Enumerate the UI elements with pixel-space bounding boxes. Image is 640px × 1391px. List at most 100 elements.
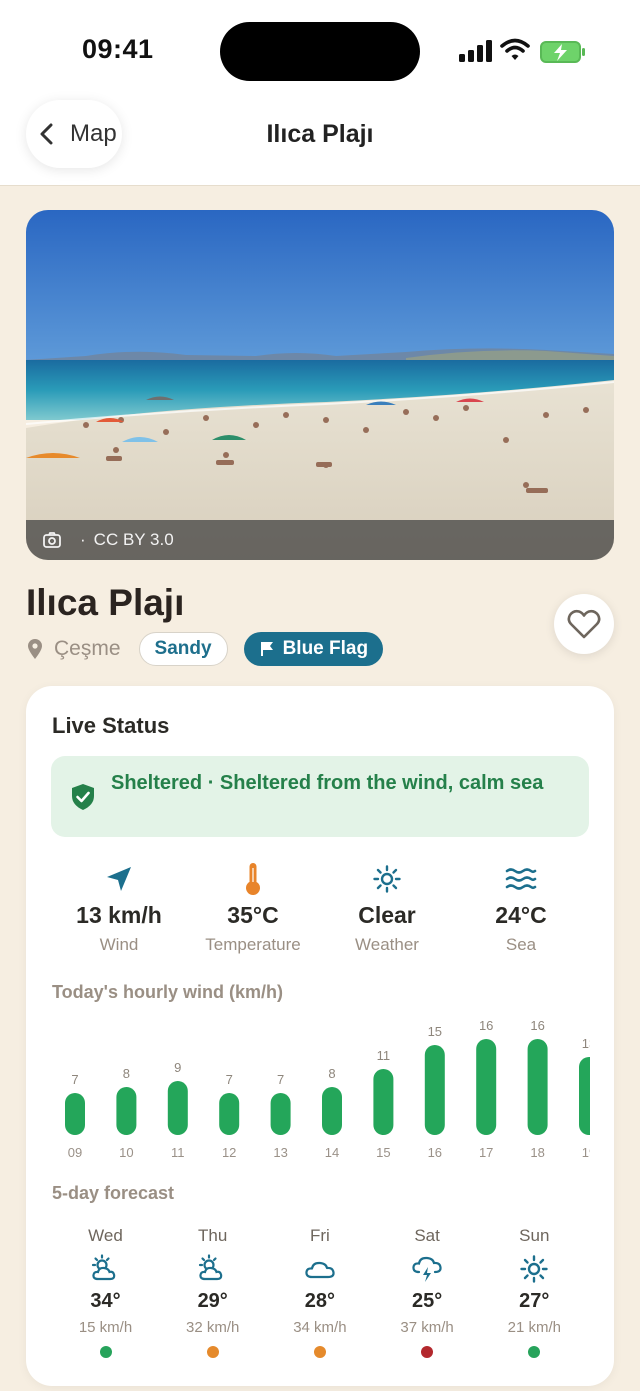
- forecast-wind: 37 km/h: [400, 1319, 454, 1336]
- back-button[interactable]: Map: [26, 100, 122, 168]
- sun-icon: [373, 865, 401, 893]
- hourly-wind-chart: 7 09 8 10 9 11 7 12 7 13 8 14 11 15 15 16 16 17 16 18 13 19: [65, 1018, 590, 1160]
- chevron-left-icon: [40, 123, 53, 145]
- shield-check-icon: [72, 784, 94, 810]
- forecast-title: 5-day forecast: [52, 1183, 175, 1203]
- metrics-row: 13 km/h Wind 35°C Temperature Clear Weat…: [52, 862, 588, 955]
- status-time: 09:41: [82, 34, 154, 64]
- forecast-day-name: Sun: [519, 1226, 550, 1245]
- metric-temperature: 35°C Temperature: [186, 862, 320, 955]
- shelter-text: Sheltered · Sheltered from the wind, cal…: [111, 772, 544, 794]
- forecast-temperature: 27°: [519, 1290, 550, 1312]
- wind-value-label: 13: [582, 1036, 590, 1051]
- wind-bar-18: [527, 1039, 548, 1135]
- blue-flag-tag: Blue Flag: [243, 632, 384, 666]
- live-status-title: Live Status: [52, 713, 170, 738]
- location-text: Çeşme: [54, 637, 121, 660]
- forecast-temperature: 34°: [90, 1290, 121, 1312]
- camera-icon: [43, 532, 61, 548]
- location-pin-icon: [28, 639, 42, 659]
- wind-bar-13: [270, 1093, 291, 1135]
- wind-bar-19: [579, 1057, 590, 1135]
- wind-value-label: 9: [174, 1060, 181, 1075]
- forecast-day-thu: Thu 29° 32 km/h: [159, 1226, 266, 1358]
- sea-label: Sea: [505, 935, 537, 954]
- navigation-arrow-icon: [107, 867, 131, 891]
- beach-name: Ilıca Plajı: [26, 582, 185, 623]
- forecast-day-name: Fri: [309, 1226, 330, 1245]
- hour-tick-label: 15: [376, 1145, 390, 1160]
- forecast-day-fri: Fri 28° 34 km/h: [266, 1226, 373, 1358]
- flag-icon: [260, 642, 273, 656]
- status-bar: 09:41: [0, 0, 640, 100]
- wind-bar-16: [424, 1045, 445, 1135]
- temperature-value: 35°C: [227, 902, 279, 928]
- shelter-banner: Sheltered · Sheltered from the wind, cal…: [51, 756, 589, 837]
- forecast-day-wed: Wed 34° 15 km/h: [52, 1226, 159, 1358]
- forecast-wind: 21 km/h: [507, 1319, 561, 1336]
- forecast-status-dot: [99, 1346, 112, 1358]
- thermometer-icon: [246, 863, 260, 895]
- hour-tick-label: 16: [428, 1145, 442, 1160]
- navigation-bar: Ilıca Plajı Map: [0, 100, 640, 186]
- cloud-icon: [266, 1252, 373, 1286]
- wind-value-label: 7: [277, 1072, 284, 1087]
- sun-icon: [481, 1252, 588, 1286]
- wind-value-label: 16: [479, 1018, 493, 1033]
- credit-separator: ·: [80, 530, 86, 549]
- wind-bar-09: [65, 1093, 85, 1135]
- wind-value: 13 km/h: [76, 902, 162, 928]
- forecast-status-dot: [313, 1346, 326, 1358]
- beach-photo[interactable]: · CC BY 3.0: [26, 210, 614, 560]
- weather-label: Weather: [355, 935, 419, 954]
- favorite-button[interactable]: [554, 594, 614, 654]
- wind-value-label: 8: [123, 1066, 130, 1081]
- wind-bar-12: [219, 1093, 240, 1135]
- forecast-day-name: Wed: [88, 1226, 123, 1245]
- battery-charging-icon: [540, 41, 585, 63]
- wind-bar-17: [476, 1039, 497, 1135]
- license-text: CC BY 3.0: [93, 530, 174, 549]
- forecast-day-sat: Sat 25° 37 km/h: [374, 1226, 481, 1358]
- metric-sea: 24°C Sea: [454, 862, 588, 955]
- hour-tick-label: 13: [273, 1145, 287, 1160]
- sandy-tag: Sandy: [138, 632, 228, 666]
- sun-cloud-icon: [52, 1252, 159, 1286]
- forecast-status-dot: [421, 1346, 434, 1358]
- wifi-icon: [500, 38, 530, 60]
- forecast-day-name: Thu: [198, 1226, 228, 1245]
- hour-tick-label: 14: [325, 1145, 339, 1160]
- forecast-status-dot: [206, 1346, 219, 1358]
- hour-tick-label: 10: [119, 1145, 133, 1160]
- beach-scene-image: [26, 210, 614, 560]
- waves-icon: [505, 868, 537, 890]
- metric-wind: 13 km/h Wind: [52, 862, 186, 955]
- wind-value-label: 8: [328, 1066, 335, 1081]
- wind-label: Wind: [99, 935, 139, 954]
- beach-meta: Çeşme Sandy Blue Flag: [26, 632, 384, 666]
- wind-bar-15: [373, 1069, 394, 1135]
- five-day-forecast: Wed 34° 15 km/h Thu 29° 32 km/h Fri 28° 34 km/h S…: [52, 1226, 588, 1366]
- weather-value: Clear: [358, 902, 416, 928]
- hour-tick-label: 11: [171, 1145, 185, 1160]
- live-status-card: Live Status Sheltered · Sheltered from t…: [26, 686, 614, 1386]
- forecast-day-sun: Sun 27° 21 km/h: [481, 1226, 588, 1358]
- metric-weather: Clear Weather: [320, 862, 454, 955]
- forecast-temperature: 25°: [411, 1290, 443, 1312]
- forecast-temperature: 28°: [304, 1290, 336, 1312]
- wind-value-label: 15: [428, 1024, 442, 1039]
- wind-value-label: 16: [530, 1018, 544, 1033]
- thunderstorm-icon: [374, 1252, 481, 1286]
- wind-value-label: 7: [71, 1072, 78, 1087]
- photo-credit: · CC BY 3.0: [26, 520, 614, 560]
- hourly-wind-title: Today's hourly wind (km/h): [52, 982, 283, 1002]
- wind-bar-10: [116, 1087, 137, 1135]
- wind-bar-14: [322, 1087, 342, 1135]
- forecast-wind: 34 km/h: [293, 1319, 347, 1336]
- forecast-wind: 32 km/h: [186, 1319, 240, 1336]
- hour-tick-label: 18: [530, 1145, 544, 1160]
- forecast-wind: 15 km/h: [78, 1319, 133, 1336]
- cellular-signal-icon: [459, 40, 492, 62]
- forecast-day-name: Sat: [414, 1226, 440, 1245]
- hour-tick-label: 09: [68, 1145, 82, 1160]
